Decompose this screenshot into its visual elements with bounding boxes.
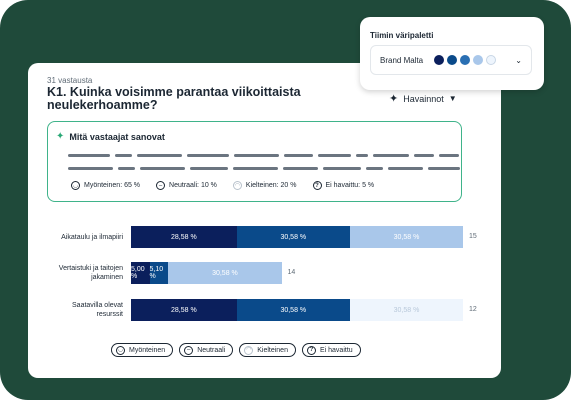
bar-value-label: 5,10 %: [149, 266, 164, 280]
color-swatch: [460, 55, 471, 65]
bar-value-label: 28,58 %: [171, 233, 197, 241]
row-total: 14: [287, 269, 296, 276]
palette-title: Tiimin väripaletti: [370, 31, 434, 40]
color-swatch: [434, 55, 445, 65]
stacked-bar-chart: Aikataulu ja ilmapiiri 28,58 % 30,58 % 30,5…: [28, 63, 501, 378]
row-total: 12: [469, 306, 477, 313]
bar-segment[interactable]: 28,58 %: [131, 299, 237, 321]
bar-segment[interactable]: 30,58 %: [349, 299, 464, 321]
palette-selected-name: Brand Malta: [380, 55, 424, 65]
color-swatch: [486, 55, 497, 65]
legend-negative[interactable]: ◠ Kielteinen: [239, 343, 296, 357]
chart-legend: ◡ Myönteinen – Neutraali ◠ Kielteinen ? …: [111, 343, 361, 357]
category-label: Aikataulu ja ilmapiiri: [61, 233, 123, 241]
question-card: 31 vastausta K1. Kuinka voisimme paranta…: [28, 63, 501, 378]
row-total: 15: [469, 233, 477, 240]
legend-undetected[interactable]: ? Ei havaittu: [301, 343, 361, 357]
palette-dropdown[interactable]: Brand Malta ⌄: [370, 45, 532, 75]
bar-segment[interactable]: 30,58 %: [236, 299, 350, 321]
bar-value-label: 30,58 %: [212, 269, 238, 277]
team-palette-popover: Tiimin väripaletti Brand Malta ⌄: [360, 17, 544, 90]
bar-value-label: 5,00 %: [131, 266, 145, 280]
legend-label: Kielteinen: [257, 346, 288, 354]
legend-neutral[interactable]: – Neutraali: [179, 343, 234, 357]
bar-value-label: 30,58 %: [280, 306, 307, 314]
color-swatch: [447, 55, 458, 65]
chevron-down-icon: ⌄: [515, 55, 522, 65]
category-label: Vertaistuki ja taitojen jakaminen: [58, 265, 123, 281]
legend-label: Ei havaittu: [319, 346, 353, 354]
bar-segment[interactable]: 30,58 %: [349, 226, 464, 248]
bar-segment[interactable]: 5,10 %: [149, 262, 169, 284]
bar-segment[interactable]: 28,58 %: [131, 226, 237, 248]
bar-segment[interactable]: 30,58 %: [236, 226, 350, 248]
smile-icon: ◡: [116, 345, 125, 355]
legend-label: Myönteinen: [129, 346, 166, 354]
legend-label: Neutraali: [197, 346, 226, 354]
bar-value-label: 30,58 %: [280, 233, 307, 241]
bar-value-label: 30,58 %: [393, 233, 420, 241]
question-icon: ?: [306, 345, 316, 355]
bar-segment[interactable]: 30,58 %: [168, 262, 282, 284]
bar-value-label: 28,58 %: [171, 306, 197, 314]
bar-value-label: 30,58 %: [393, 306, 420, 314]
palette-swatches: [434, 55, 497, 65]
legend-positive[interactable]: ◡ Myönteinen: [111, 343, 174, 357]
color-swatch: [473, 55, 484, 65]
category-label: Saatavilla olevat resurssit: [72, 302, 123, 318]
neutral-face-icon: –: [184, 345, 194, 355]
frown-icon: ◠: [244, 345, 254, 355]
bar-segment[interactable]: 5,00 %: [131, 262, 150, 284]
